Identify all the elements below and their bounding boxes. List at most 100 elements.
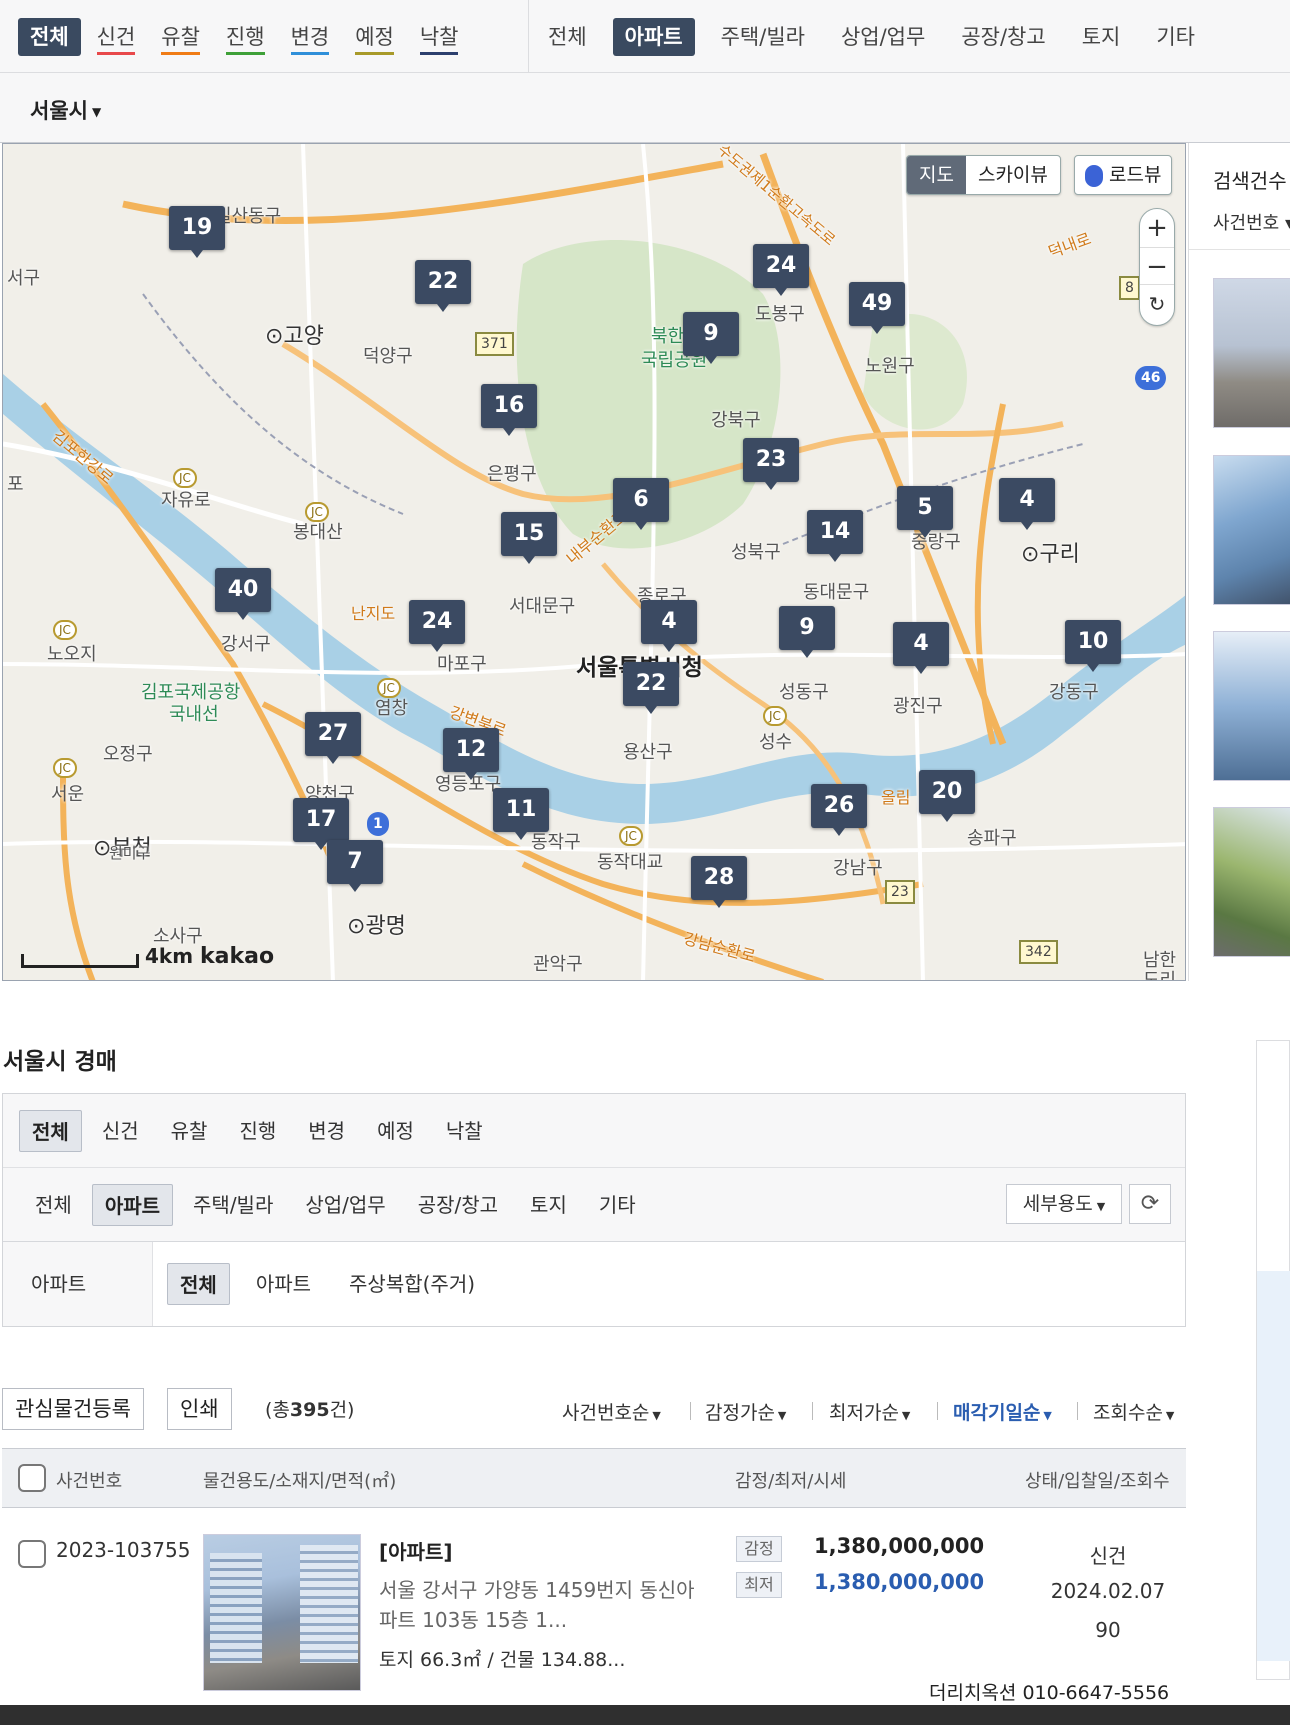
property-thumbnail[interactable] (1213, 631, 1290, 781)
status-tab-sold[interactable]: 낙찰 (410, 18, 469, 56)
property-address[interactable]: 서울 강서구 가양동 1459번지 동신아파트 103동 15층 1... (379, 1575, 699, 1635)
map-cluster-pin[interactable]: 22 (415, 260, 471, 312)
map-cluster-pin[interactable]: 5 (897, 486, 953, 538)
map-cluster-pin[interactable]: 6 (613, 478, 669, 530)
filter-status-failed[interactable]: 유찰 (159, 1110, 220, 1152)
status-tab-failed[interactable]: 유찰 (151, 18, 210, 56)
filter-type-land[interactable]: 토지 (518, 1184, 579, 1226)
watchlist-register-button[interactable]: 관심물건등록 (2, 1388, 144, 1430)
side-sort-dropdown[interactable]: 사건번호 ▾ (1213, 209, 1290, 235)
filter-type-apartment[interactable]: 아파트 (91, 1183, 174, 1226)
map-type-map-button[interactable]: 지도 (907, 156, 966, 194)
status-tab-new[interactable]: 신건 (87, 18, 146, 56)
type-tab-house-villa[interactable]: 주택/빌라 (711, 18, 815, 56)
sort-views[interactable]: 조회수순 ▼ (1093, 1398, 1174, 1425)
map-cluster-pin[interactable]: 7 (327, 840, 383, 892)
sort-appraisal[interactable]: 감정가순 ▼ (705, 1398, 786, 1425)
filter-status-progress[interactable]: 진행 (227, 1110, 288, 1152)
map-cluster-pin[interactable]: 12 (443, 728, 499, 780)
zoom-out-button[interactable]: − (1140, 247, 1174, 285)
map-cluster-pin[interactable]: 4 (999, 478, 1055, 530)
map-cluster-pin[interactable]: 49 (849, 282, 905, 334)
type-tab-factory[interactable]: 공장/창고 (951, 18, 1055, 56)
filter-type-house-villa[interactable]: 주택/빌라 (181, 1184, 285, 1226)
print-button[interactable]: 인쇄 (167, 1388, 232, 1430)
map-cluster-pin[interactable]: 17 (293, 798, 349, 850)
type-tab-other[interactable]: 기타 (1146, 18, 1205, 56)
map-cluster-pin[interactable]: 24 (753, 244, 809, 296)
header-price: 감정/최저/시세 (735, 1471, 847, 1492)
divider (1077, 1402, 1078, 1420)
sort-sale-date[interactable]: 매각기일순 ▼ (953, 1398, 1052, 1425)
property-type: [아파트] (379, 1540, 453, 1564)
map-cluster-pin[interactable]: 27 (305, 712, 361, 764)
map-cluster-pin[interactable]: 4 (641, 600, 697, 652)
map-type-skyview-button[interactable]: 스카이뷰 (966, 156, 1060, 194)
map-cluster-pin[interactable]: 40 (215, 568, 271, 620)
map-label: 강서구 (221, 634, 271, 655)
table-row[interactable]: 2023-103755 [아파트] 서울 강서구 가양동 1459번지 동신아파… (2, 1508, 1186, 1708)
map-cluster-pin[interactable]: 9 (779, 606, 835, 658)
filter-subtype-all[interactable]: 전체 (167, 1263, 230, 1305)
map-cluster-pin[interactable]: 4 (893, 622, 949, 674)
property-photo[interactable] (203, 1534, 361, 1691)
divider (690, 1402, 691, 1420)
junction-marker: JC (53, 620, 77, 640)
map-view[interactable]: 일산동구 서구 ⊙고양 덕양구 북한 국립공원 도봉구 노원구 강북구 은평구 … (2, 143, 1186, 981)
select-all-checkbox[interactable] (18, 1464, 46, 1492)
refresh-button[interactable]: ⟳ (1129, 1184, 1171, 1224)
type-tab-land[interactable]: 토지 (1072, 18, 1131, 56)
map-cluster-pin[interactable]: 26 (811, 784, 867, 836)
row-checkbox[interactable] (18, 1540, 46, 1568)
caret-down-icon: ▼ (91, 105, 102, 119)
sort-minimum[interactable]: 최저가순 ▼ (829, 1398, 910, 1425)
map-cluster-pin[interactable]: 24 (409, 600, 465, 652)
filter-type-factory[interactable]: 공장/창고 (406, 1184, 510, 1226)
map-cluster-pin[interactable]: 28 (691, 856, 747, 908)
map-cluster-pin[interactable]: 19 (169, 206, 225, 258)
map-cluster-pin[interactable]: 10 (1065, 620, 1121, 672)
filter-status-new[interactable]: 신건 (90, 1110, 151, 1152)
region-dropdown[interactable]: 서울시 ▼ (30, 95, 101, 125)
map-label: 강남구 (833, 858, 883, 879)
map-cluster-pin[interactable]: 22 (623, 662, 679, 714)
map-cluster-pin[interactable]: 11 (493, 788, 549, 840)
filter-status-all[interactable]: 전체 (19, 1109, 82, 1152)
status-tab-all[interactable]: 전체 (18, 17, 81, 56)
map-reset-button[interactable]: ↻ (1140, 285, 1174, 323)
minimum-price: 1,380,000,000 (814, 1570, 985, 1594)
filter-status-sold[interactable]: 낙찰 (434, 1110, 495, 1152)
property-thumbnail[interactable] (1213, 455, 1290, 605)
map-cluster-pin[interactable]: 16 (481, 384, 537, 436)
map-cluster-pin[interactable]: 9 (683, 312, 739, 364)
case-number[interactable]: 2023-103755 (56, 1538, 190, 1562)
roadview-button[interactable]: 로드뷰 (1074, 155, 1173, 195)
map-cluster-pin[interactable]: 14 (807, 510, 863, 562)
filter-status-changed[interactable]: 변경 (296, 1110, 357, 1152)
filter-subtype-mixed-use[interactable]: 주상복합(주거) (337, 1263, 487, 1305)
type-tab-apartment[interactable]: 아파트 (612, 17, 695, 56)
filter-subtype-apartment[interactable]: 아파트 (244, 1263, 323, 1305)
property-thumbnail[interactable] (1213, 278, 1290, 428)
type-tab-commercial[interactable]: 상업/업무 (831, 18, 935, 56)
subtype-filter-row: 아파트 전체 아파트 주상복합(주거) (3, 1242, 1185, 1326)
status-tab-scheduled[interactable]: 예정 (345, 18, 404, 56)
property-thumbnail[interactable] (1213, 807, 1290, 957)
filter-type-all[interactable]: 전체 (23, 1184, 84, 1226)
sort-case-number[interactable]: 사건번호순 ▼ (562, 1398, 661, 1425)
filter-type-commercial[interactable]: 상업/업무 (293, 1184, 397, 1226)
bid-date: 2024.02.07 (1050, 1579, 1166, 1603)
sub-use-dropdown[interactable]: 세부용도 ▼ (1006, 1184, 1122, 1224)
map-cluster-pin[interactable]: 23 (743, 438, 799, 490)
filter-status-scheduled[interactable]: 예정 (365, 1110, 426, 1152)
zoom-in-button[interactable]: + (1140, 209, 1174, 247)
status-tab-changed[interactable]: 변경 (281, 18, 340, 56)
map-cluster-pin[interactable]: 20 (919, 770, 975, 822)
map-label: 북한 (651, 326, 685, 347)
map-cluster-pin[interactable]: 15 (501, 512, 557, 564)
map-label: 서대문구 (509, 596, 576, 617)
junction-marker: JC (173, 468, 197, 488)
filter-type-other[interactable]: 기타 (587, 1184, 648, 1226)
type-tab-all[interactable]: 전체 (538, 18, 597, 56)
status-tab-progress[interactable]: 진행 (216, 18, 275, 56)
